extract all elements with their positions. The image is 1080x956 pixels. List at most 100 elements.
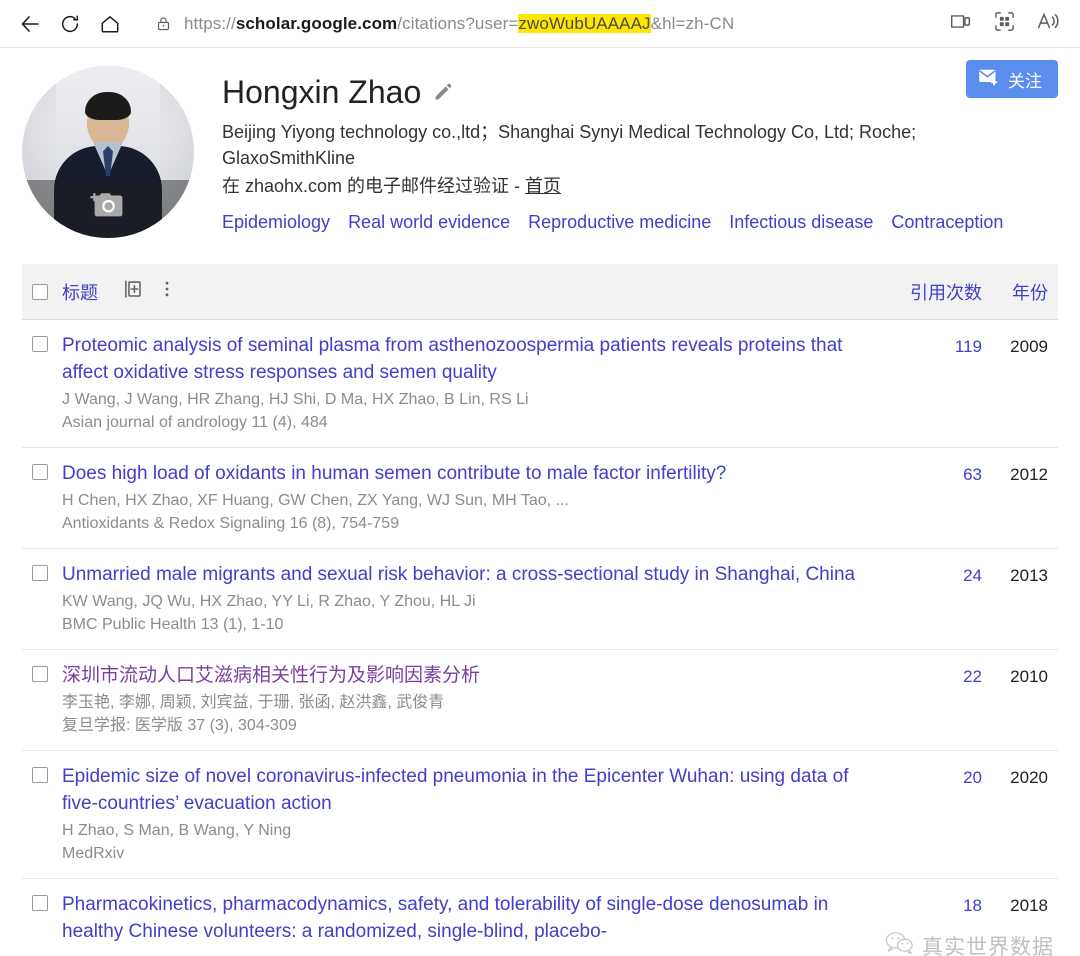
article-citation-count[interactable]: 18 [886,891,982,916]
article-authors: H Chen, HX Zhao, XF Huang, GW Chen, ZX Y… [62,492,569,509]
research-interests: Epidemiology Real world evidence Reproduct… [222,209,1012,237]
row-checkbox[interactable] [32,336,48,352]
article-year: 2013 [1010,566,1048,585]
table-row[interactable]: Does high load of oxidants in human seme… [22,448,1058,549]
collections-button[interactable] [982,5,1026,43]
row-select-cell [28,332,62,352]
table-row[interactable]: Pharmacokinetics, pharmacodynamics, safe… [22,879,1058,956]
url-query-suffix: &hl=zh-CN [650,13,735,33]
article-year: 2012 [1010,465,1048,484]
more-options-button[interactable] [150,275,184,309]
cast-device-icon [949,10,972,38]
row-select-cell [28,662,62,682]
table-row[interactable]: Proteomic analysis of seminal plasma fro… [22,320,1058,448]
article-title-link[interactable]: Proteomic analysis of seminal plasma fro… [62,332,872,386]
article-citation-count[interactable]: 63 [886,460,982,485]
verified-email-line: 在 zhaohx.com 的电子邮件经过验证 - 首页 [222,173,1058,199]
row-checkbox[interactable] [32,895,48,911]
article-main: Epidemic size of novel coronavirus-infec… [62,763,886,865]
back-button[interactable] [10,6,50,42]
url-scheme: https:// [184,13,236,33]
article-main: Pharmacokinetics, pharmacodynamics, safe… [62,891,886,945]
profile-info: Hongxin Zhao Beijing Yiyong technology c… [194,66,1058,238]
follow-button-label: 关注 [1008,71,1042,91]
refresh-icon [59,13,81,35]
article-venue: Asian journal of andrology 11 (4), 484 [62,414,328,431]
article-authors: 李玉艳, 李娜, 周颖, 刘宾益, 于珊, 张函, 赵洪鑫, 武俊青 [62,694,445,711]
add-to-library-button[interactable] [116,275,150,309]
article-citation-count[interactable]: 24 [886,561,982,586]
row-checkbox[interactable] [32,565,48,581]
home-icon [99,13,121,35]
row-checkbox[interactable] [32,767,48,783]
affiliation-text: Beijing Yiyong technology co.,ltd；Shangh… [222,122,917,168]
column-header-year[interactable]: 年份 [982,279,1052,305]
portrait-hair [85,92,131,120]
page-title: Hongxin Zhao [222,74,422,110]
article-authors: H Zhao, S Man, B Wang, Y Ning [62,822,292,839]
mail-follow-icon [978,68,1000,91]
article-authors: KW Wang, JQ Wu, HX Zhao, YY Li, R Zhao, … [62,593,476,610]
article-title-link[interactable]: Does high load of oxidants in human seme… [62,460,872,487]
back-arrow-icon [18,12,42,36]
article-title-link[interactable]: 深圳市流动人口艾滋病相关性行为及影响因素分析 [62,662,872,689]
interest-link-epidemiology[interactable]: Epidemiology [222,212,330,232]
scholar-profile-page: Hongxin Zhao Beijing Yiyong technology c… [0,48,1080,956]
column-header-citations[interactable]: 引用次数 [886,279,982,305]
column-header-title[interactable]: 标题 [62,279,98,305]
article-year: 2009 [1010,337,1048,356]
article-year: 2010 [1010,667,1048,686]
row-checkbox[interactable] [32,666,48,682]
table-row[interactable]: Epidemic size of novel coronavirus-infec… [22,751,1058,879]
row-select-cell [28,460,62,480]
table-row[interactable]: 深圳市流动人口艾滋病相关性行为及影响因素分析 李玉艳, 李娜, 周颖, 刘宾益,… [22,650,1058,751]
articles-table: 标题 引用次数 年份 Proteomic analysis of seminal… [0,264,1080,956]
add-to-library-icon [122,278,144,305]
article-citation-count[interactable]: 20 [886,763,982,788]
avatar[interactable] [22,66,194,238]
verified-email-text: 在 zhaohx.com 的电子邮件经过验证 - [222,176,526,196]
follow-button[interactable]: 关注 [966,60,1058,98]
article-main: 深圳市流动人口艾滋病相关性行为及影响因素分析 李玉艳, 李娜, 周颖, 刘宾益,… [62,662,886,737]
read-aloud-button[interactable] [1026,5,1070,43]
address-bar[interactable]: https://scholar.google.com/citations?use… [138,6,932,41]
table-header: 标题 引用次数 年份 [22,264,1058,320]
lock-icon[interactable] [148,9,178,39]
article-venue: Antioxidants & Redox Signaling 16 (8), 7… [62,515,400,532]
article-main: Proteomic analysis of seminal plasma fro… [62,332,886,434]
cast-device-button[interactable] [938,5,982,43]
interest-link-real-world-evidence[interactable]: Real world evidence [348,212,510,232]
pencil-edit-icon[interactable] [433,82,453,102]
url-text: https://scholar.google.com/citations?use… [178,13,735,34]
article-year: 2018 [1010,896,1048,915]
article-venue: MedRxiv [62,845,125,862]
row-checkbox[interactable] [32,464,48,480]
profile-header: Hongxin Zhao Beijing Yiyong technology c… [0,48,1080,238]
row-select-cell [28,561,62,581]
article-citation-count[interactable]: 119 [886,332,982,357]
article-year: 2020 [1010,768,1048,787]
article-authors: J Wang, J Wang, HR Zhang, HJ Shi, D Ma, … [62,391,529,408]
article-main: Unmarried male migrants and sexual risk … [62,561,886,636]
interest-link-reproductive-medicine[interactable]: Reproductive medicine [528,212,711,232]
article-title-link[interactable]: Epidemic size of novel coronavirus-infec… [62,763,872,817]
article-venue: 复旦学报: 医学版 37 (3), 304-309 [62,717,297,734]
reload-button[interactable] [50,6,90,42]
interest-link-contraception[interactable]: Contraception [891,212,1003,232]
homepage-link[interactable]: 首页 [525,176,561,196]
row-select-cell [28,763,62,783]
camera-upload-icon[interactable] [89,191,127,226]
interest-link-infectious-disease[interactable]: Infectious disease [729,212,873,232]
read-aloud-icon [1036,9,1060,38]
select-all-checkbox[interactable] [32,283,48,300]
article-citation-count[interactable]: 22 [886,662,982,687]
article-title-link[interactable]: Pharmacokinetics, pharmacodynamics, safe… [62,891,872,945]
collections-grid-icon [993,10,1016,38]
article-main: Does high load of oxidants in human seme… [62,460,886,535]
article-venue: BMC Public Health 13 (1), 1-10 [62,616,284,633]
home-button[interactable] [90,6,130,42]
table-row[interactable]: Unmarried male migrants and sexual risk … [22,549,1058,650]
select-all-cell [28,283,62,300]
more-vertical-icon [157,279,177,304]
article-title-link[interactable]: Unmarried male migrants and sexual risk … [62,561,872,588]
